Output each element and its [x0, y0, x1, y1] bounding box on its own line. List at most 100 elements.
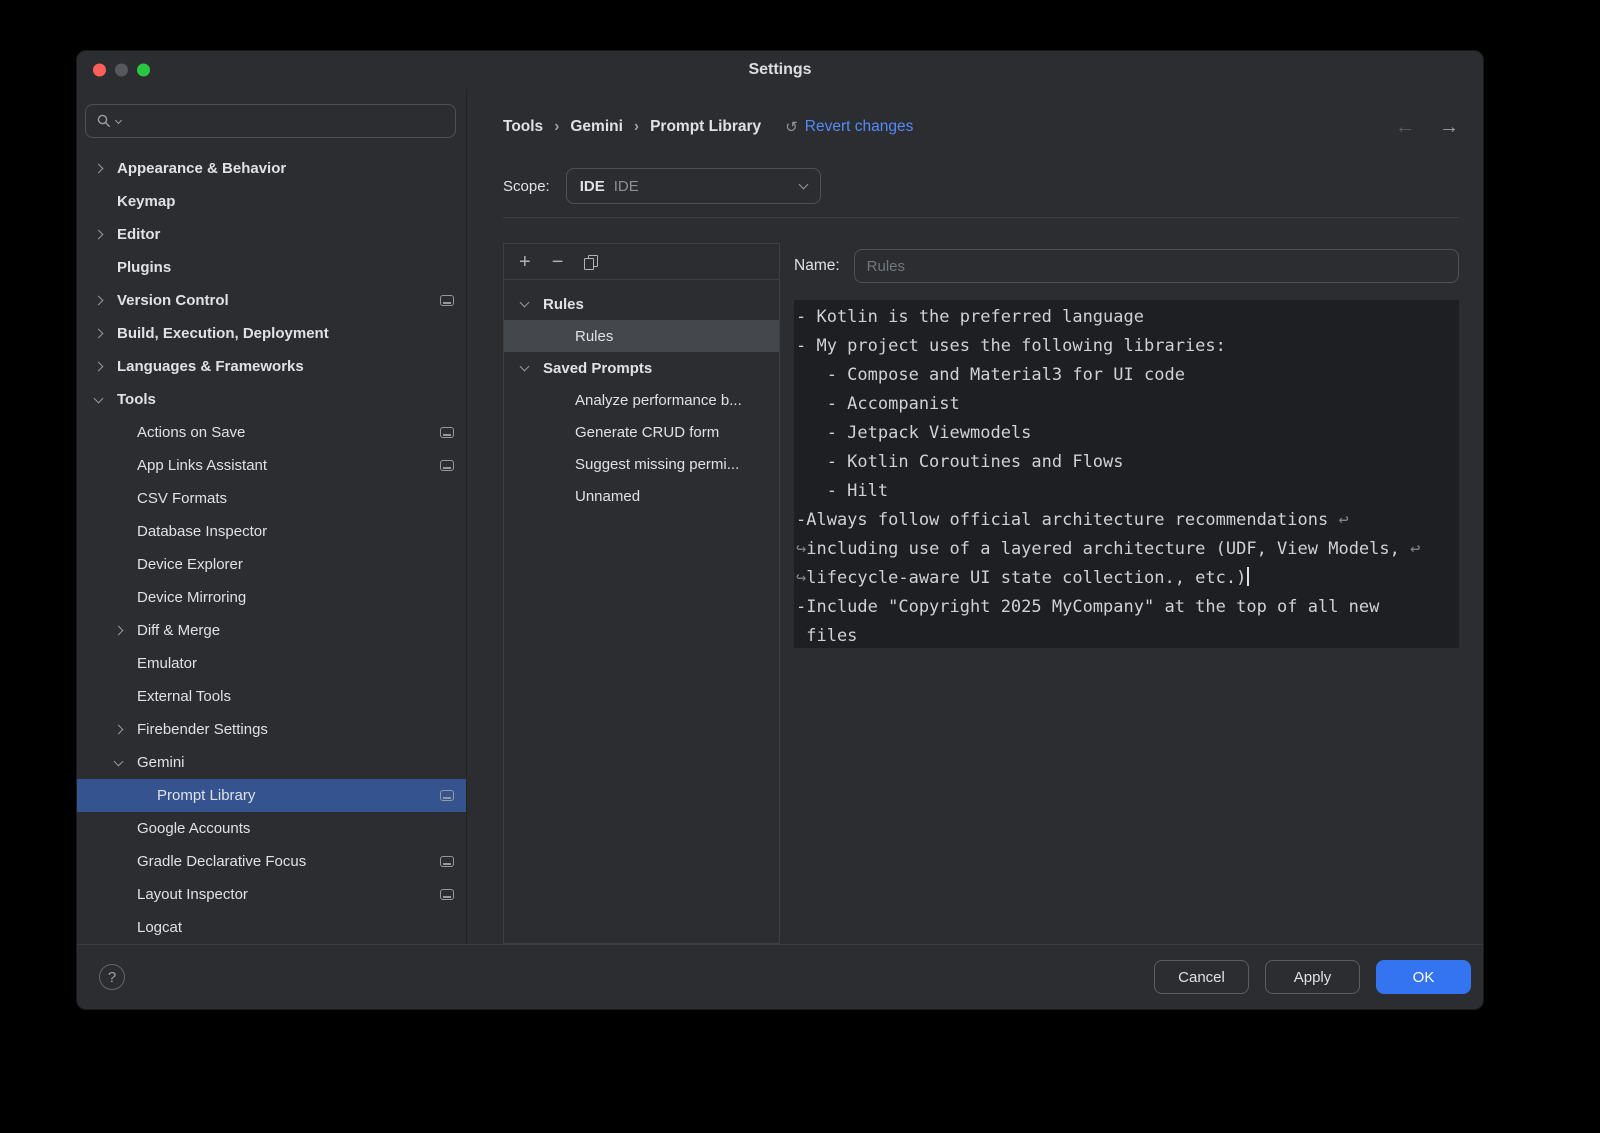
sidebar-item-app-links-assistant[interactable]: App Links Assistant — [77, 449, 466, 482]
sidebar-item-actions-on-save[interactable]: Actions on Save — [77, 416, 466, 449]
sidebar-item-device-mirroring[interactable]: Device Mirroring — [77, 581, 466, 614]
chevron-right-icon — [115, 726, 137, 733]
sidebar-item-label: Firebender Settings — [137, 721, 268, 738]
prompt-item-rules[interactable]: Rules — [504, 320, 779, 352]
editor-text: - Kotlin Coroutines and Flows — [796, 452, 1124, 472]
prompt-list-panel: + − Rules Rules Saved PromptsAnalyze perfo… — [503, 243, 780, 944]
back-arrow-button[interactable]: ← — [1395, 117, 1415, 137]
sidebar-item-plugins[interactable]: Plugins — [77, 251, 466, 284]
prompt-item-unnamed[interactable]: Unnamed — [504, 480, 779, 512]
prompt-tree-label: Generate CRUD form — [575, 424, 719, 441]
window-title: Settings — [748, 61, 811, 79]
search-input[interactable] — [85, 104, 456, 138]
breadcrumb: Tools›Gemini›Prompt Library — [503, 118, 761, 136]
sidebar-item-label: Logcat — [137, 919, 182, 936]
forward-arrow-button[interactable]: → — [1439, 117, 1459, 137]
sidebar-item-database-inspector[interactable]: Database Inspector — [77, 515, 466, 548]
prompt-group-saved-prompts[interactable]: Saved Prompts — [504, 352, 779, 384]
close-button[interactable] — [93, 64, 106, 77]
prompt-tree-label: Suggest missing permi... — [575, 456, 739, 473]
prompt-group-rules[interactable]: Rules — [504, 288, 779, 320]
prompt-item-suggest-missing-permi[interactable]: Suggest missing permi... — [504, 448, 779, 480]
duplicate-button[interactable] — [584, 255, 597, 269]
sidebar-item-label: CSV Formats — [137, 490, 227, 507]
sidebar-item-label: Build, Execution, Deployment — [117, 325, 329, 342]
scope-dropdown[interactable]: IDE IDE — [566, 168, 821, 204]
chevron-down-icon — [95, 398, 117, 402]
editor-text: - Kotlin is the preferred language — [796, 307, 1144, 327]
editor-text: - Hilt — [796, 481, 888, 501]
chevron-right-icon — [95, 165, 117, 172]
editor-line: -Always follow official architecture rec… — [796, 506, 1457, 535]
sidebar-item-label: Diff & Merge — [137, 622, 220, 639]
remove-button[interactable]: − — [552, 252, 564, 272]
chevron-right-icon — [95, 363, 117, 370]
prompt-item-analyze-performance-b[interactable]: Analyze performance b... — [504, 384, 779, 416]
sidebar-item-tools[interactable]: Tools — [77, 383, 466, 416]
sidebar-item-editor[interactable]: Editor — [77, 218, 466, 251]
soft-wrap-icon: ↪ — [796, 539, 806, 559]
prompt-tree-label: Rules — [575, 328, 613, 345]
add-button[interactable]: + — [519, 252, 531, 272]
sidebar-item-label: External Tools — [137, 688, 231, 705]
settings-sidebar: Appearance & BehaviorKeymapEditorPlugins… — [77, 89, 467, 944]
sidebar-item-gradle-declarative-focus[interactable]: Gradle Declarative Focus — [77, 845, 466, 878]
chevron-right-icon — [95, 297, 117, 304]
ok-button[interactable]: OK — [1376, 960, 1471, 994]
sidebar-item-device-explorer[interactable]: Device Explorer — [77, 548, 466, 581]
sidebar-item-layout-inspector[interactable]: Layout Inspector — [77, 878, 466, 911]
prompt-tree-label: Rules — [543, 296, 584, 313]
settings-content: Tools›Gemini›Prompt Library ↺ Revert cha… — [467, 89, 1483, 944]
sidebar-item-csv-formats[interactable]: CSV Formats — [77, 482, 466, 515]
help-button[interactable]: ? — [99, 964, 125, 990]
sidebar-item-diff-merge[interactable]: Diff & Merge — [77, 614, 466, 647]
titlebar: Settings — [77, 51, 1483, 89]
scope-value: IDE — [580, 178, 605, 195]
sidebar-item-label: Gradle Declarative Focus — [137, 853, 306, 870]
sidebar-item-prompt-library[interactable]: Prompt Library — [77, 779, 466, 812]
sidebar-item-label: Device Mirroring — [137, 589, 246, 606]
sidebar-item-google-accounts[interactable]: Google Accounts — [77, 812, 466, 845]
zoom-button[interactable] — [137, 64, 150, 77]
editor-text: - Compose and Material3 for UI code — [796, 365, 1185, 385]
header-row: Tools›Gemini›Prompt Library ↺ Revert cha… — [503, 117, 1459, 137]
sidebar-item-appearance-behavior[interactable]: Appearance & Behavior — [77, 152, 466, 185]
main-split: Appearance & BehaviorKeymapEditorPlugins… — [77, 89, 1483, 944]
revert-icon: ↺ — [785, 118, 798, 136]
breadcrumb-item-prompt-library[interactable]: Prompt Library — [650, 118, 761, 136]
chevron-down-icon — [521, 302, 543, 306]
minimize-button[interactable] — [115, 64, 128, 77]
dialog-buttons: Cancel Apply OK — [1154, 960, 1471, 994]
editor-text: -Always follow official architecture rec… — [796, 510, 1338, 530]
soft-wrap-icon: ↩ — [1410, 539, 1420, 559]
editor-line: -Include "Copyright 2025 MyCompany" at t… — [796, 593, 1457, 622]
editor-line: - Kotlin is the preferred language — [796, 303, 1457, 332]
cancel-button[interactable]: Cancel — [1154, 960, 1249, 994]
soft-wrap-icon: ↪ — [796, 568, 806, 588]
dialog-footer: ? Cancel Apply OK — [77, 944, 1483, 1009]
prompt-editor[interactable]: - Kotlin is the preferred language- My p… — [794, 300, 1459, 648]
screen-icon — [440, 856, 454, 867]
sidebar-item-label: Tools — [117, 391, 156, 408]
sidebar-item-label: Actions on Save — [137, 424, 245, 441]
prompt-library-panels: + − Rules Rules Saved PromptsAnalyze perfo… — [503, 243, 1459, 944]
name-input[interactable] — [854, 249, 1459, 283]
revert-changes-link[interactable]: ↺ Revert changes — [785, 118, 913, 136]
apply-button[interactable]: Apply — [1265, 960, 1360, 994]
sidebar-item-emulator[interactable]: Emulator — [77, 647, 466, 680]
sidebar-item-firebender-settings[interactable]: Firebender Settings — [77, 713, 466, 746]
sidebar-item-gemini[interactable]: Gemini — [77, 746, 466, 779]
editor-line: ↪including use of a layered architecture… — [796, 535, 1457, 564]
sidebar-item-languages-frameworks[interactable]: Languages & Frameworks — [77, 350, 466, 383]
sidebar-item-logcat[interactable]: Logcat — [77, 911, 466, 944]
scope-row: Scope: IDE IDE — [503, 168, 1459, 204]
name-label: Name: — [794, 257, 840, 275]
sidebar-item-build-execution-deployment[interactable]: Build, Execution, Deployment — [77, 317, 466, 350]
breadcrumb-item-gemini[interactable]: Gemini — [570, 118, 623, 136]
breadcrumb-item-tools[interactable]: Tools — [503, 118, 543, 136]
prompt-item-generate-crud-form[interactable]: Generate CRUD form — [504, 416, 779, 448]
editor-line: - Jetpack Viewmodels — [796, 419, 1457, 448]
sidebar-item-keymap[interactable]: Keymap — [77, 185, 466, 218]
sidebar-item-version-control[interactable]: Version Control — [77, 284, 466, 317]
sidebar-item-external-tools[interactable]: External Tools — [77, 680, 466, 713]
